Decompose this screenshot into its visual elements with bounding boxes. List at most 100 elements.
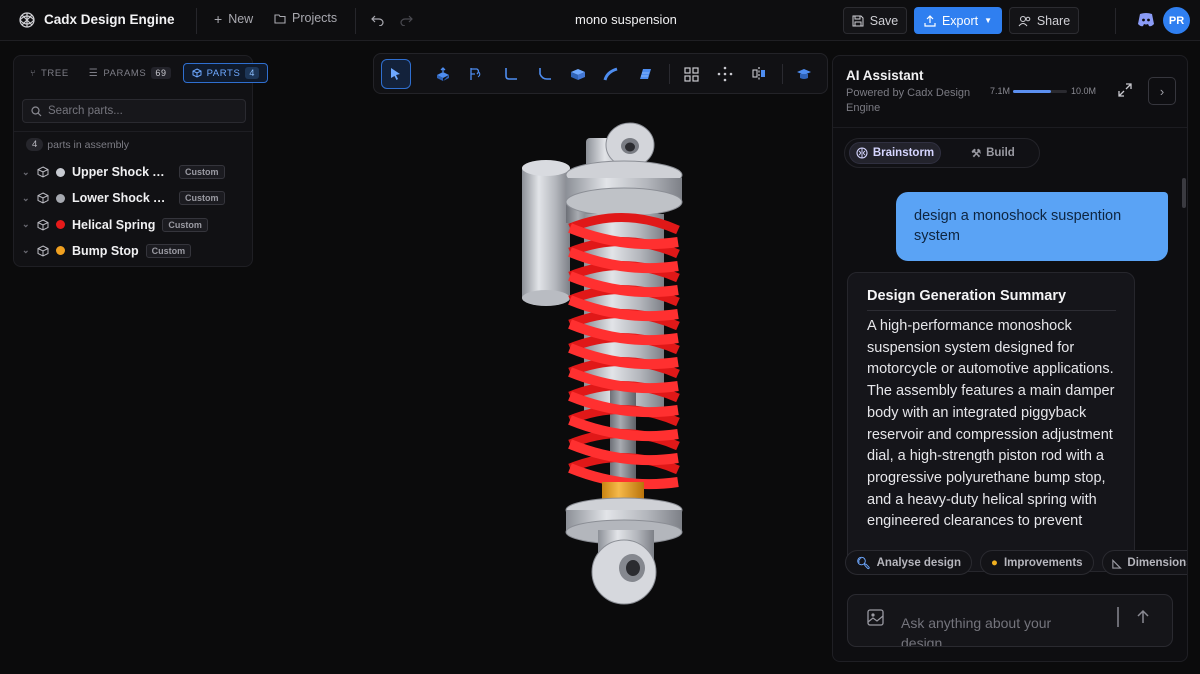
export-button[interactable]: Export ▼ xyxy=(914,7,1002,34)
modeling-toolbar xyxy=(373,53,828,94)
new-label: New xyxy=(228,12,254,26)
chip-improvements[interactable]: ● Improvements xyxy=(979,550,1094,575)
list-item[interactable]: ⌄ Bump Stop Custom xyxy=(22,241,192,261)
projects-label: Projects xyxy=(292,11,338,25)
divider xyxy=(867,310,1116,311)
collapse-panel-button[interactable]: › xyxy=(1148,77,1176,105)
select-tool[interactable] xyxy=(381,59,411,89)
chevron-down-icon[interactable]: ⌄ xyxy=(22,219,30,230)
mode-brainstorm[interactable]: Brainstorm xyxy=(849,142,941,164)
ai-panel-title: AI Assistant xyxy=(846,68,924,83)
new-button[interactable]: + New xyxy=(214,11,253,27)
brain-icon xyxy=(856,147,868,159)
chip-label: Dimensions xyxy=(1127,556,1188,569)
sweep-tool[interactable] xyxy=(596,59,626,89)
ruler-icon: ◺ xyxy=(1112,557,1122,570)
3d-viewport[interactable] xyxy=(500,110,700,610)
lower-shock-assembly[interactable] xyxy=(565,497,683,605)
chevron-down-icon[interactable]: ⌄ xyxy=(22,245,30,256)
usage-fill xyxy=(1013,90,1052,93)
tab-tree[interactable]: ⑂ TREE xyxy=(22,63,77,83)
list-item[interactable]: ⌄ Helical Spring Custom xyxy=(22,215,208,235)
share-button[interactable]: Share xyxy=(1009,7,1079,34)
box-tool[interactable] xyxy=(563,59,593,89)
pattern-tool[interactable] xyxy=(676,59,706,89)
usage-used: 7.1M xyxy=(990,86,1011,96)
input-divider xyxy=(1117,607,1119,627)
parts-panel: ⑂ TREE ☰ PARAMS 69 PARTS 4 Search parts.… xyxy=(13,55,268,267)
search-parts-field[interactable]: Search parts... xyxy=(22,99,246,123)
chat-input-box[interactable]: Ask anything about your design... xyxy=(847,594,1173,647)
part-name: Bump Stop xyxy=(72,243,139,258)
plus-icon: + xyxy=(214,11,223,27)
mirror-tool[interactable] xyxy=(744,59,774,89)
extrude-tool[interactable] xyxy=(428,59,458,89)
save-icon xyxy=(852,15,864,26)
mode-build[interactable]: ⚒ Build xyxy=(953,142,1033,164)
list-item[interactable]: ⌄ Upper Shock Assembly Custom xyxy=(22,162,225,182)
mode-switch: Brainstorm ⚒ Build xyxy=(844,138,1040,168)
tab-label: PARTS xyxy=(206,67,241,79)
move-icon xyxy=(717,66,733,82)
search-icon: 🔍︎ xyxy=(856,557,871,570)
part-color-dot xyxy=(56,167,65,177)
parts-count-badge: 4 xyxy=(26,138,44,151)
user-message: design a monoshock suspention system xyxy=(896,192,1168,261)
send-icon[interactable] xyxy=(1134,608,1152,626)
search-input[interactable]: Search parts... xyxy=(48,105,123,117)
fillet-tool[interactable] xyxy=(496,59,526,89)
avatar[interactable]: PR xyxy=(1163,7,1190,34)
sliders-icon: ☰ xyxy=(88,67,99,79)
fillet-icon xyxy=(505,68,517,80)
list-item[interactable]: ⌄ Lower Shock Assembly Custom xyxy=(22,188,225,208)
response-body: A high-performance monoshock suspension … xyxy=(867,318,1115,530)
divider xyxy=(833,127,1187,128)
app-title: Cadx Design Engine xyxy=(44,12,175,27)
revolve-tool[interactable] xyxy=(460,59,490,89)
tab-parts[interactable]: PARTS 4 xyxy=(182,63,268,83)
divider xyxy=(355,8,356,34)
divider xyxy=(782,64,783,84)
mode-label: Brainstorm xyxy=(872,147,935,159)
save-label: Save xyxy=(869,13,899,28)
search-icon xyxy=(31,105,42,116)
chip-dimensions[interactable]: ◺ Dimensions xyxy=(1101,550,1188,575)
document-title[interactable]: mono suspension xyxy=(575,12,677,27)
projects-button[interactable]: Projects xyxy=(274,11,337,25)
mode-label: Build xyxy=(986,147,1015,159)
move-tool[interactable] xyxy=(710,59,740,89)
usage-bar xyxy=(1013,90,1067,93)
top-bar: Cadx Design Engine + New Projects mono s… xyxy=(0,0,1200,41)
box-icon xyxy=(571,69,585,80)
part-tag: Custom xyxy=(145,243,192,258)
chevron-down-icon[interactable]: ⌄ xyxy=(22,193,30,204)
tab-params[interactable]: ☰ PARAMS 69 xyxy=(81,63,179,83)
chip-analyse-design[interactable]: 🔍︎ Analyse design xyxy=(845,550,972,575)
discord-icon[interactable] xyxy=(1137,12,1155,28)
redo-icon[interactable] xyxy=(400,14,413,26)
loft-tool[interactable] xyxy=(630,59,660,89)
undo-icon[interactable] xyxy=(371,14,384,26)
suggestion-chips: 🔍︎ Analyse design ● Improvements ◺ Dimen… xyxy=(845,550,1188,575)
chat-input[interactable]: Ask anything about your design... xyxy=(901,613,1076,646)
measure-tool[interactable] xyxy=(789,59,819,89)
save-button[interactable]: Save xyxy=(843,7,907,34)
share-label: Share xyxy=(1036,13,1071,28)
cube-icon xyxy=(37,166,49,178)
scrollbar[interactable] xyxy=(1182,178,1186,208)
part-name: Lower Shock Assembly xyxy=(72,191,172,206)
part-color-dot xyxy=(56,246,65,256)
users-icon xyxy=(1018,15,1031,26)
mirror-icon xyxy=(752,67,765,81)
select-icon xyxy=(391,68,400,80)
loft-icon xyxy=(640,69,651,79)
part-tag: Custom xyxy=(179,165,225,179)
chamfer-tool[interactable] xyxy=(530,59,560,89)
chevron-down-icon[interactable]: ⌄ xyxy=(22,167,30,178)
expand-icon[interactable] xyxy=(1117,82,1133,98)
image-upload-icon[interactable] xyxy=(867,609,884,626)
lightbulb-icon: ● xyxy=(990,556,998,569)
response-title: Design Generation Summary xyxy=(867,288,1067,304)
ai-assistant-panel: AI Assistant Powered by Cadx Design Engi… xyxy=(832,55,1188,662)
branch-icon: ⑂ xyxy=(30,68,37,78)
